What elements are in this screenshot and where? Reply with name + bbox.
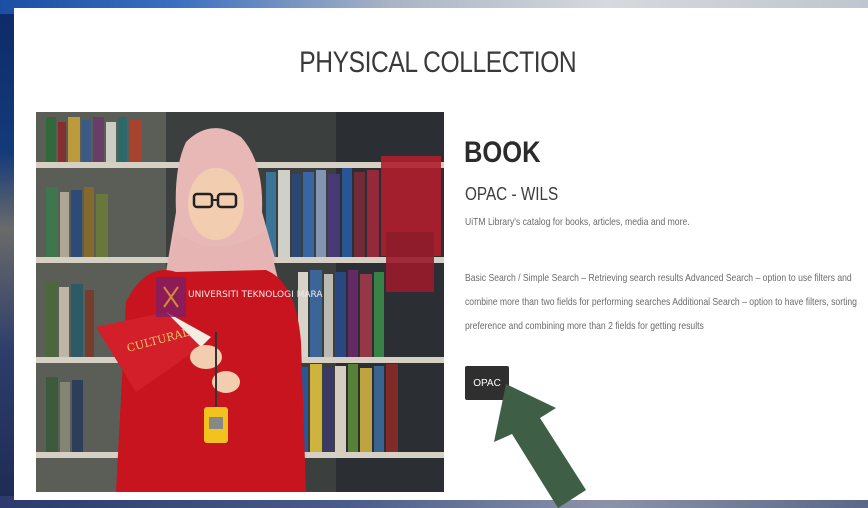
section-title: PHYSICAL COLLECTION [299, 46, 577, 79]
card-details: Basic Search / Simple Search – Retrievin… [465, 272, 857, 332]
pointer-arrow-icon [494, 384, 586, 508]
library-photo: CULTURAL UNIVERSITI TEKNOLOGI MARA [36, 112, 444, 492]
card-subheading: OPAC - WILS [465, 184, 559, 204]
logo-text: UNIVERSITI TEKNOLOGI MARA [188, 290, 323, 300]
card-description: UiTM Library's catalog for books, articl… [465, 216, 690, 228]
card-heading: BOOK [464, 136, 541, 169]
